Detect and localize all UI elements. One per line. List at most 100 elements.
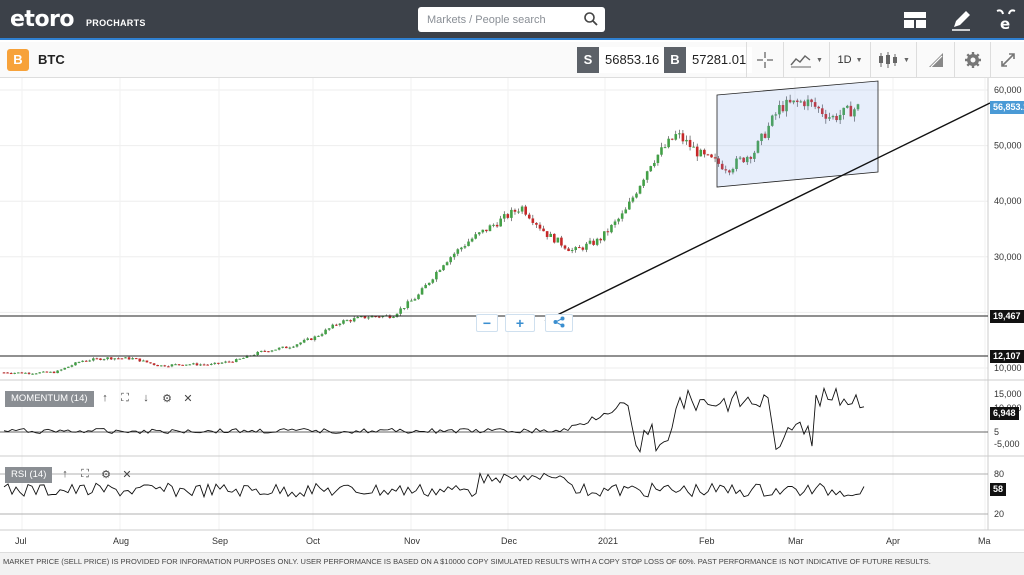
settings-button[interactable] [954,42,990,78]
candle [213,362,217,364]
candle [492,224,495,226]
candle [63,367,67,370]
crosshair-button[interactable] [746,42,783,78]
candle [67,366,70,368]
candle [392,316,395,318]
candle [217,362,220,364]
candle [628,201,631,210]
candle [277,347,281,350]
close-icon[interactable]: ✕ [181,392,195,405]
buy-price-button[interactable]: B 57281.01 [664,47,753,73]
candle [284,346,288,349]
sell-price-button[interactable]: S 56853.16 [577,47,666,73]
candle [670,138,674,140]
etoro-logo[interactable]: etoro [10,7,75,32]
time-tick-label: 2021 [598,536,618,546]
drawing-tools-icon [928,53,943,68]
candle [227,361,231,363]
gear-icon[interactable]: ⚙ [160,392,174,405]
candle [281,346,285,348]
candle [349,320,352,322]
zoom-out-button[interactable]: − [476,314,498,332]
layout-icon[interactable] [902,7,928,33]
fullscreen-button[interactable] [990,42,1024,78]
search-input[interactable] [418,7,578,32]
chart-area[interactable]: 60,00050,00040,00030,00010,00015,00010,0… [0,78,1024,552]
rsi-indicator-label[interactable]: RSI (14) [5,467,53,483]
candle [42,371,45,373]
candle [206,364,209,366]
candle [149,362,152,364]
candle [13,372,17,374]
price-tick-label: 10,000 [994,363,1022,373]
candle [99,358,102,360]
candles-icon [879,52,898,68]
candle [438,270,442,272]
price-axis: 60,00050,00040,00030,00010,00015,00010,0… [994,85,1022,519]
etoro-profile-icon[interactable]: e [993,7,1019,33]
candle [467,241,470,247]
share-button[interactable] [545,314,573,332]
candle [442,265,445,271]
candle [377,316,381,318]
candle [681,133,685,142]
level-flag-12107: 12,107 [990,350,1024,363]
candle [563,245,567,249]
candle [713,157,717,159]
candles-button[interactable]: ▼ [870,42,916,78]
parallel-channel [716,80,879,188]
time-tick-label: Ma [978,536,991,546]
candle [585,243,588,250]
time-tick-label: Mar [788,536,804,546]
buy-tag: B [664,47,686,73]
candle [688,139,692,147]
chevron-down-icon: ▼ [903,56,910,64]
candle [317,335,320,337]
candle [202,364,206,366]
candle [570,250,574,252]
chart-type-button[interactable]: ▼ [783,42,829,78]
candle [556,237,560,243]
candle [592,240,595,245]
move-up-icon[interactable]: ↑ [58,468,72,480]
candle [24,372,27,374]
candle [538,224,542,229]
candle [510,209,513,218]
candle [299,342,302,345]
candle [335,324,338,326]
move-down-icon[interactable]: ↓ [139,392,153,404]
candle [599,238,603,241]
momentum-indicator-label[interactable]: MOMENTUM (14) [5,391,94,407]
timeframe-select[interactable]: 1D ▼ [829,42,870,78]
gear-icon[interactable]: ⚙ [99,468,113,481]
close-icon[interactable]: ✕ [120,468,134,481]
maximize-icon[interactable]: ⛶ [118,392,132,405]
zoom-in-button[interactable]: + [505,314,535,332]
pencil-icon[interactable] [948,7,974,33]
candle [499,218,502,227]
candle [124,357,127,359]
candle [224,361,227,363]
maximize-icon[interactable]: ⛶ [78,468,92,481]
candle [470,238,474,242]
candle [477,232,481,235]
candle [163,365,167,367]
candle [502,214,506,219]
candle [449,257,452,263]
candle [560,237,563,246]
drawing-tools-button[interactable] [916,42,954,78]
candle [345,320,349,322]
procharts-label: PROCHARTS [86,18,146,28]
search-icon[interactable] [583,11,599,27]
move-up-icon[interactable]: ↑ [98,392,112,404]
chevron-down-icon: ▼ [855,56,863,64]
candle [52,371,56,374]
time-tick-label: Feb [699,536,715,546]
crosshair-icon [757,52,773,68]
candle [231,361,234,363]
candle [338,323,342,325]
search-box[interactable] [418,7,605,32]
candle [38,372,42,374]
candle [167,366,170,368]
top-bar: etoro PROCHARTS e [0,0,1024,40]
